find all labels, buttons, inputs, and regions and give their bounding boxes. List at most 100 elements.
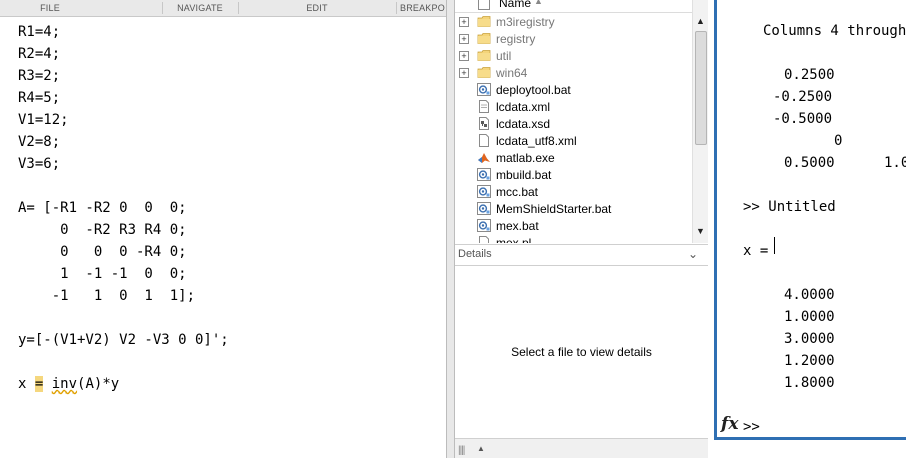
tab-edit[interactable]: EDIT	[239, 0, 395, 16]
expand-icon[interactable]: +	[459, 17, 469, 27]
output-value-truncated: 1.0	[884, 155, 906, 171]
details-title: Details	[458, 248, 492, 260]
code-line[interactable]: 0 -R2 R3 R4 0;	[18, 219, 229, 241]
scrollbar-thumb[interactable]	[695, 31, 707, 145]
editor-toolstrip-tabs: FILE NAVIGATE EDIT BREAKPO	[0, 0, 446, 17]
details-panel-header[interactable]: Details ⌄	[455, 244, 708, 266]
scroll-arrow-icon[interactable]: ▲	[477, 444, 485, 453]
folder-icon	[477, 16, 491, 27]
x-value: 3.0000	[784, 331, 835, 347]
list-item[interactable]: mcc.bat	[455, 184, 692, 201]
matlab-logo-icon	[478, 153, 490, 163]
file-name: mex.pl	[496, 236, 532, 243]
expand-icon[interactable]: +	[459, 68, 469, 78]
code-line[interactable]: R2=4;	[18, 43, 229, 65]
list-item[interactable]: MemShieldStarter.bat	[455, 201, 692, 218]
expand-icon[interactable]: +	[459, 34, 469, 44]
command-input-prompt[interactable]: >>	[743, 419, 760, 435]
list-item[interactable]: mbuild.bat	[455, 167, 692, 184]
file-list[interactable]: Name ▲ + m3iregistry + registry + util +…	[455, 0, 692, 243]
x-value: 1.2000	[784, 353, 835, 369]
code-line[interactable]: R4=5;	[18, 87, 229, 109]
list-item[interactable]: mex.pl	[455, 235, 692, 243]
code-line-current[interactable]: x = inv(A)*y	[18, 373, 229, 395]
code-token-args: (A)*y	[77, 376, 120, 392]
code-line[interactable]: R1=4;	[18, 21, 229, 43]
folder-icon	[477, 50, 491, 61]
code-editor[interactable]: R1=4; R2=4; R3=2; R4=5; V1=12; V2=8; V3=…	[18, 21, 229, 395]
focus-border	[714, 0, 717, 438]
code-line[interactable]: y=[-(V1+V2) V2 -V3 0 0]';	[18, 329, 229, 351]
focus-border-bottom	[714, 437, 906, 440]
pane-splitter[interactable]	[446, 0, 455, 458]
list-item[interactable]: matlab.exe	[455, 150, 692, 167]
function-browser-icon[interactable]: fx	[721, 414, 738, 434]
list-item[interactable]: + util	[455, 48, 692, 65]
code-line[interactable]: -1 1 0 1 1];	[18, 285, 229, 307]
list-item[interactable]: lcdata.xml	[455, 99, 692, 116]
folder-icon	[477, 67, 491, 78]
name-column-header[interactable]: Name	[499, 0, 531, 10]
output-value: 0.5000	[784, 155, 835, 171]
code-line[interactable]: V2=8;	[18, 131, 229, 153]
chevron-down-icon[interactable]: ⌄	[688, 247, 698, 261]
list-item[interactable]: + m3iregistry	[455, 14, 692, 31]
current-folder-pane[interactable]: Name ▲ + m3iregistry + registry + util +…	[455, 0, 708, 458]
command-window[interactable]: Columns 4 through 0.2500 -0.2500 -0.5000…	[708, 0, 906, 458]
list-item[interactable]: + win64	[455, 65, 692, 82]
list-item[interactable]: deploytool.bat	[455, 82, 692, 99]
list-item[interactable]: + registry	[455, 31, 692, 48]
batch-file-icon	[477, 219, 491, 232]
list-item[interactable]: lcdata.xsd	[455, 116, 692, 133]
details-empty-message: Select a file to view details	[511, 345, 652, 359]
select-all-checkbox[interactable]	[478, 0, 490, 10]
vertical-scrollbar[interactable]: ▲ ▼	[692, 0, 708, 243]
file-name: matlab.exe	[496, 151, 555, 165]
horizontal-scrollbar[interactable]: |||| ▲	[455, 438, 708, 458]
code-line[interactable]: V3=6;	[18, 153, 229, 175]
file-name: deploytool.bat	[496, 83, 571, 97]
folder-name: registry	[496, 32, 536, 46]
editor-pane[interactable]: FILE NAVIGATE EDIT BREAKPO R1=4; R2=4; R…	[0, 0, 446, 458]
xsd-file-icon	[479, 117, 489, 130]
grip-icon[interactable]: ||||	[458, 445, 465, 456]
code-line[interactable]	[18, 307, 229, 329]
code-line[interactable]	[18, 351, 229, 373]
folder-name: win64	[496, 66, 528, 80]
code-analyzer-warning-inv[interactable]: inv	[52, 376, 77, 392]
details-panel: Select a file to view details	[455, 266, 708, 438]
tab-navigate[interactable]: NAVIGATE	[163, 0, 237, 16]
batch-file-icon	[477, 83, 491, 96]
file-name: lcdata_utf8.xml	[496, 134, 577, 148]
code-line[interactable]: R3=2;	[18, 65, 229, 87]
tab-breakpoints[interactable]: BREAKPO	[397, 0, 446, 16]
scroll-down-arrow-icon[interactable]: ▼	[696, 226, 705, 236]
folder-icon	[477, 33, 491, 44]
code-line[interactable]: 0 0 0 -R4 0;	[18, 241, 229, 263]
sort-ascending-icon: ▲	[534, 0, 543, 6]
output-value: 0.2500	[784, 67, 835, 83]
code-line[interactable]: V1=12;	[18, 109, 229, 131]
code-line[interactable]: A= [-R1 -R2 0 0 0;	[18, 197, 229, 219]
tab-file[interactable]: FILE	[0, 0, 100, 16]
batch-file-icon	[477, 168, 491, 181]
text-cursor	[774, 237, 775, 254]
batch-file-icon	[477, 185, 491, 198]
list-item[interactable]: lcdata_utf8.xml	[455, 133, 692, 150]
file-name: lcdata.xsd	[496, 117, 551, 131]
result-variable: x =	[743, 243, 769, 259]
expand-icon[interactable]: +	[459, 51, 469, 61]
batch-file-icon	[477, 202, 491, 215]
file-name: lcdata.xml	[496, 100, 551, 114]
scroll-up-arrow-icon[interactable]: ▲	[696, 16, 705, 26]
x-value: 1.8000	[784, 375, 835, 391]
code-line[interactable]: 1 -1 -1 0 0;	[18, 263, 229, 285]
file-name: MemShieldStarter.bat	[496, 202, 612, 216]
list-item[interactable]: mex.bat	[455, 218, 692, 235]
xml-file-icon	[479, 134, 489, 147]
column-header[interactable]: Name ▲	[455, 0, 692, 13]
file-icon	[479, 236, 489, 243]
code-line[interactable]	[18, 175, 229, 197]
